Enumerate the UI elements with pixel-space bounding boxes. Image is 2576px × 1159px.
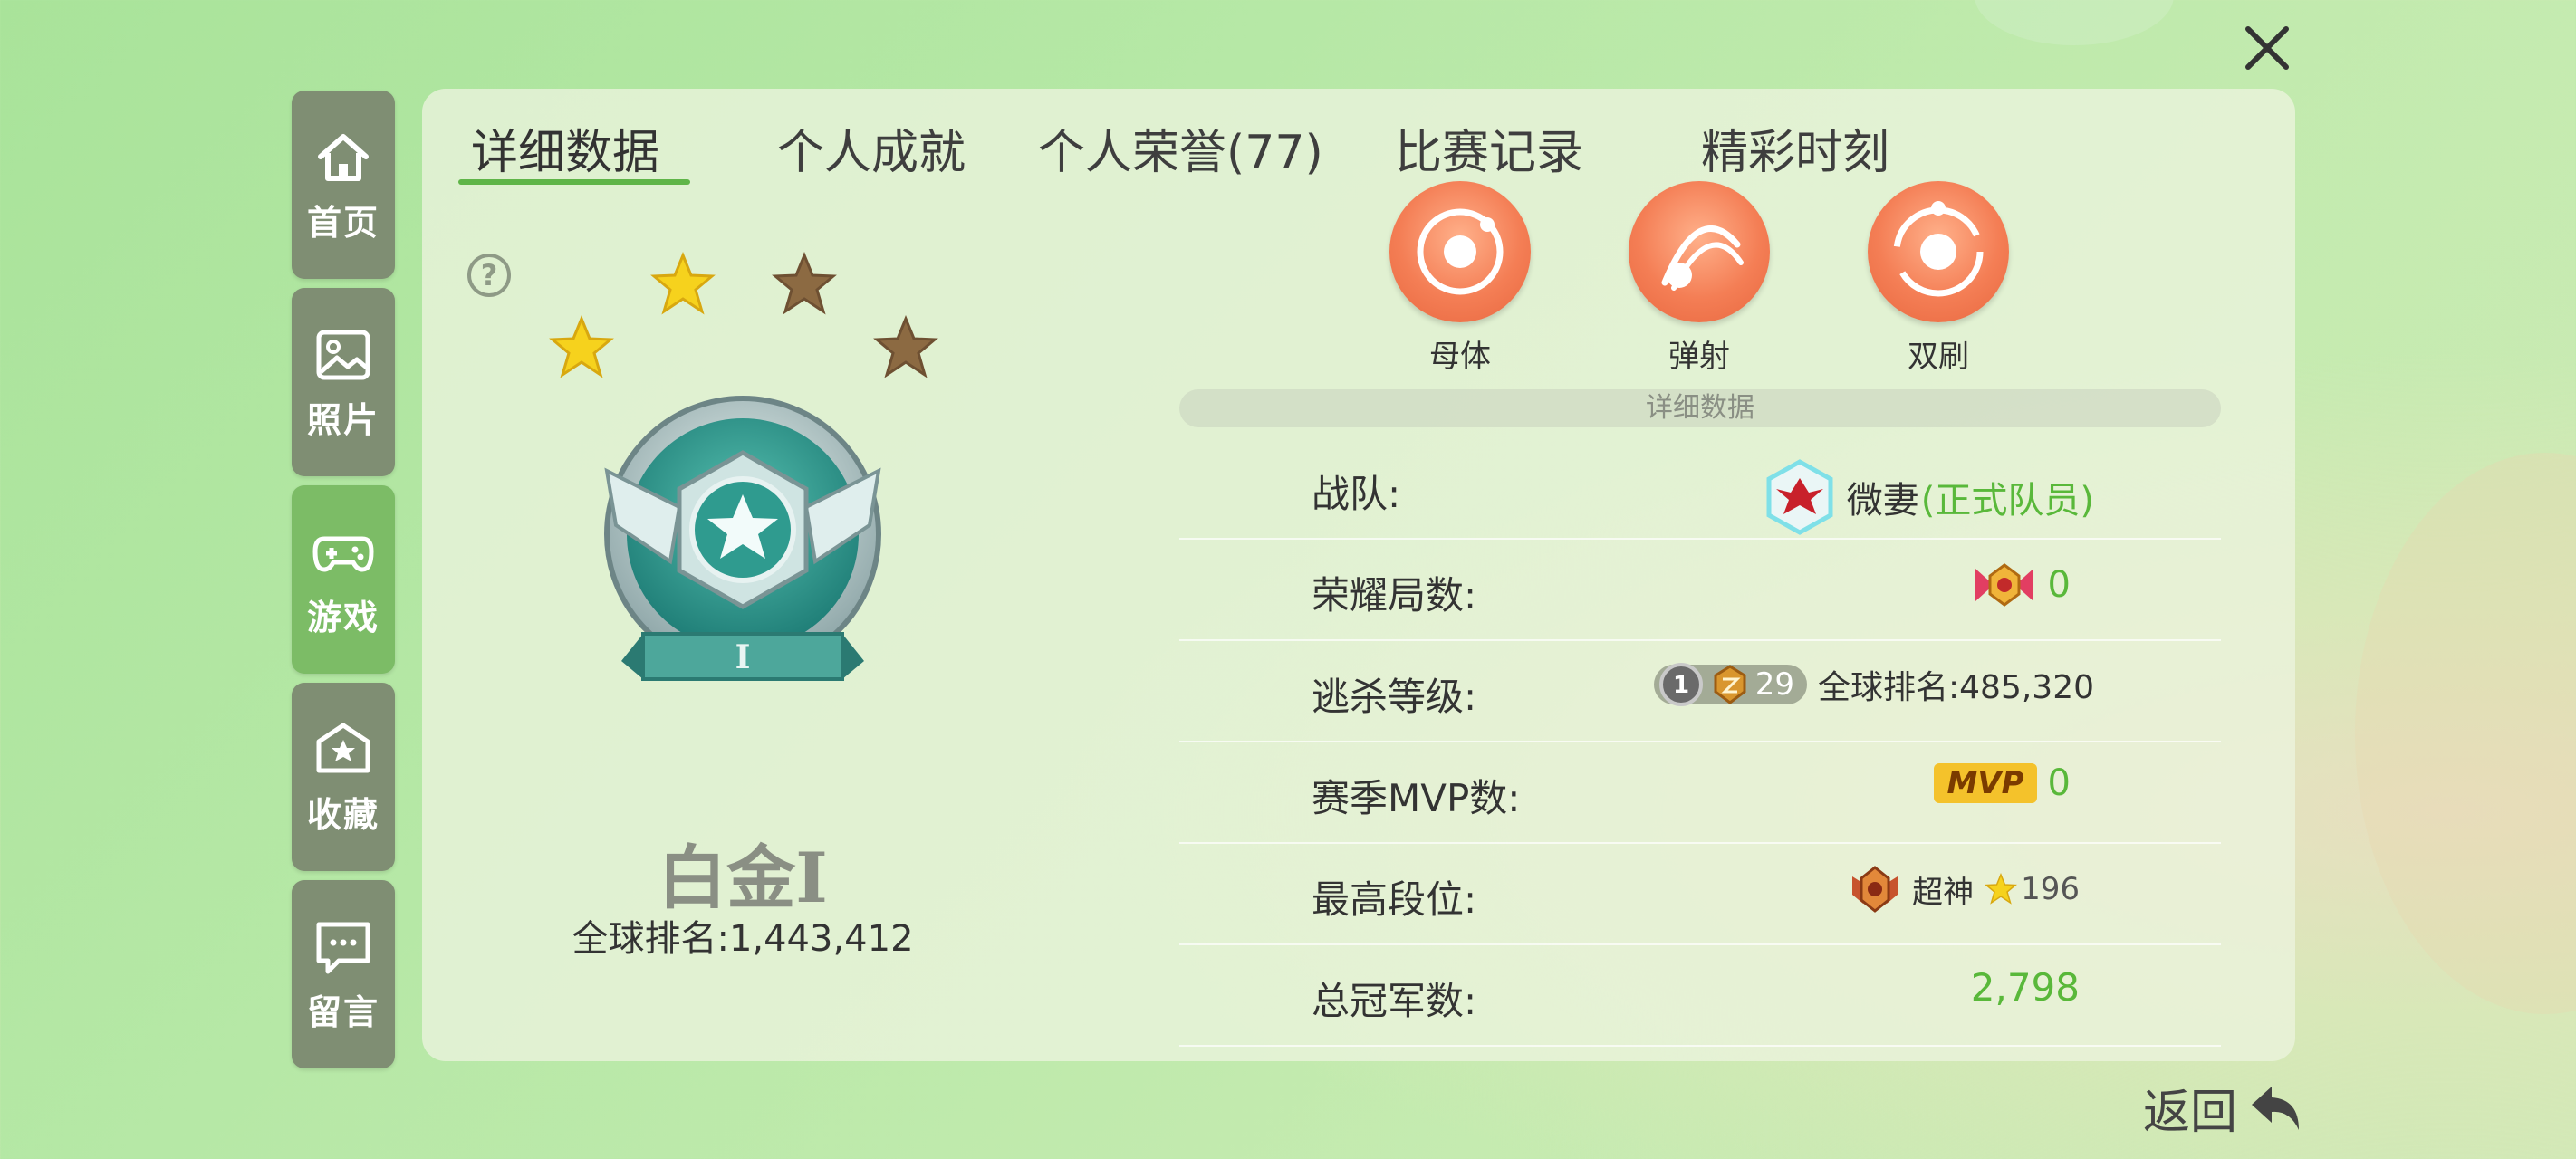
back-button[interactable]: 返回 [2143,1074,2304,1142]
sidebar-item-photos[interactable]: 照片 [292,288,395,476]
team-name: 微妻 [1846,480,1919,522]
active-tab-indicator [458,179,690,185]
tab-match-records[interactable]: 比赛记录 [1395,114,1583,182]
gamepad-icon [312,536,374,571]
glory-badge-icon [1975,563,2033,607]
background-blob [2355,453,2576,1014]
detail-row-highest-tier: 最高段位: 超神 196 [1179,842,2221,945]
mvp-badge: MVP [1934,763,2037,803]
sidebar-item-label: 游戏 [306,597,380,637]
team-role: (正式队员) [1920,480,2094,522]
detail-key: 战队: [1312,472,1401,516]
highest-tier-name: 超神 [1912,874,1975,911]
rank-tier-name: 白金Ⅰ [658,838,828,918]
back-arrow-icon [2252,1086,2300,1130]
photo-icon [316,330,370,379]
sidebar-item-label: 照片 [306,399,380,440]
sidebar-item-label: 首页 [306,202,380,243]
sidebar-item-home[interactable]: 首页 [292,91,395,279]
tab-honors[interactable]: 个人荣誉(77) [1038,114,1323,182]
team-value[interactable]: 微妻 (正式队员) [1764,458,2094,536]
highest-tier-stars: 196 [2021,871,2080,907]
sidebar-item-messages[interactable]: 留言 [292,880,395,1068]
detail-row-team: 战队: 微妻 (正式队员) [1179,436,2221,540]
mode-bounce[interactable]: 弹射 [1609,181,1790,376]
escape-level-badge: 1 29 [1653,663,1807,706]
rank-star-empty-icon [772,252,837,315]
svg-text:I: I [735,638,751,676]
glory-value: 0 [1972,560,2071,610]
championships-value: 2,798 [1971,965,2080,1010]
detail-key: 荣耀局数: [1312,573,1477,618]
rank-emblem-icon: I [604,396,881,681]
sidebar-item-label: 收藏 [306,794,380,835]
message-icon [316,922,370,973]
escape-level-icon: 1 [1658,663,1703,706]
team-emblem-icon [1766,459,1833,535]
mode-matrix-icon [1389,181,1531,322]
tab-highlights[interactable]: 精彩时刻 [1701,114,1889,182]
championships-count: 2,798 [1970,965,2080,1010]
details-section-header: 详细数据 [1179,389,2221,427]
mvp-count: 0 [2047,762,2071,804]
tier-emblem-icon [1852,866,1898,913]
back-label: 返回 [2143,1086,2238,1140]
sidebar-item-label: 留言 [306,991,380,1032]
rank-star-empty-icon [873,315,938,378]
detail-row-championships: 总冠军数: 2,798 [1179,943,2221,1047]
mode-label: 双刷 [1908,339,1969,375]
escape-rank-medal-icon [1714,665,1746,704]
close-icon [2245,26,2289,70]
escape-level-prefix: 1 [1673,672,1689,699]
highest-tier-value: 超神 196 [1849,864,2080,915]
detail-key: 逃杀等级: [1312,675,1477,719]
mode-double[interactable]: 双刷 [1848,181,2029,376]
close-button[interactable] [2235,16,2299,80]
mode-label: 母体 [1429,339,1491,375]
detail-row-season-mvp: 赛季MVP数: MVP 0 [1179,741,2221,844]
detail-key: 最高段位: [1312,877,1477,922]
background-blob [1975,0,2174,45]
glory-count: 0 [2047,564,2071,606]
rank-star-filled-icon [549,315,614,378]
rank-star-filled-icon [650,252,716,315]
escape-level: 29 [1754,666,1794,703]
mode-double-icon [1868,181,2009,322]
help-button[interactable]: ? [467,254,511,297]
rank-global-position: 全球排名:1,443,412 [572,918,914,960]
detail-key: 总冠军数: [1312,979,1477,1023]
favorite-icon [316,723,370,772]
mode-matrix[interactable]: 母体 [1370,181,1551,376]
escape-value: 1 29 全球排名:485,320 [1653,661,2094,708]
tier-star-icon [1985,873,2018,905]
detail-key: 赛季MVP数: [1312,776,1521,820]
tab-achievements[interactable]: 个人成就 [777,114,966,182]
sidebar-item-games[interactable]: 游戏 [292,485,395,674]
tab-detailed-data[interactable]: 详细数据 [471,114,659,182]
home-icon [318,133,369,181]
escape-global-rank: 全球排名:485,320 [1818,669,2094,706]
sidebar-item-favorites[interactable]: 收藏 [292,683,395,871]
mode-bounce-icon [1629,181,1770,322]
mode-label: 弹射 [1668,339,1730,375]
mvp-value: MVP 0 [1934,762,2071,804]
detail-row-escape-level: 逃杀等级: 1 29 全球排名:485,320 [1179,639,2221,742]
detail-row-glory: 荣耀局数: 0 [1179,538,2221,641]
